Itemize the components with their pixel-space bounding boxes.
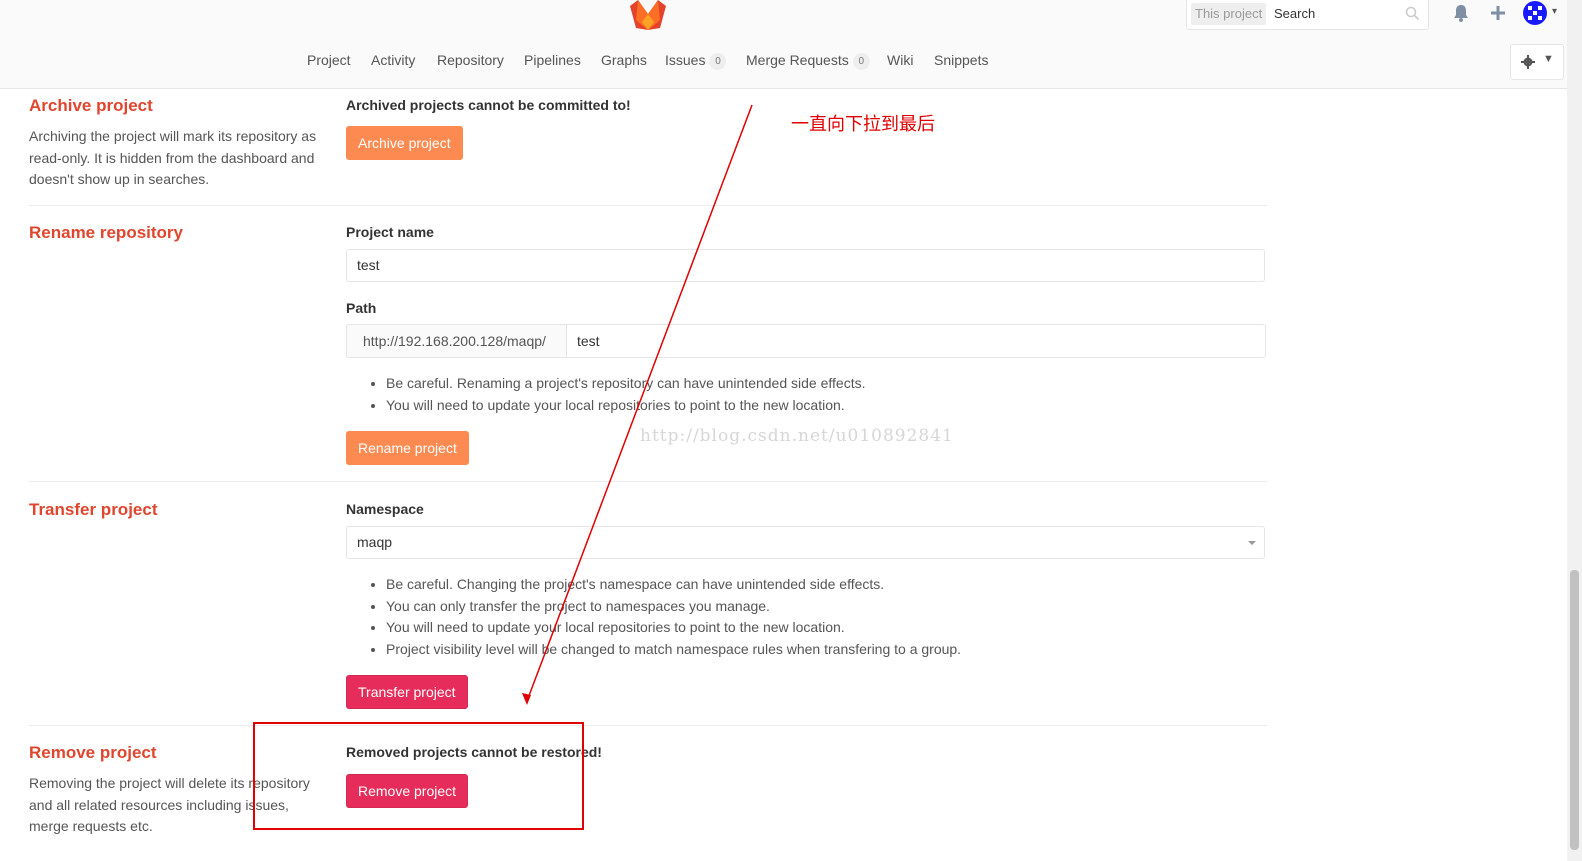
chevron-down-icon[interactable]: ▾	[1552, 6, 1557, 17]
archive-project-button[interactable]: Archive project	[346, 126, 463, 160]
page-scrollbar[interactable]	[1567, 0, 1582, 861]
list-item: You will need to update your local repos…	[386, 395, 865, 417]
path-field[interactable]: test	[566, 324, 1266, 358]
search-scope-badge[interactable]: This project	[1191, 3, 1267, 25]
rename-title: Rename repository	[29, 223, 183, 242]
settings-dropdown-button[interactable]: ▼	[1510, 44, 1564, 80]
chevron-down-icon	[1248, 541, 1256, 545]
transfer-notes: Be careful. Changing the project's names…	[346, 574, 961, 660]
path-prefix: http://192.168.200.128/maqp/	[346, 324, 567, 358]
nav-graphs[interactable]: Graphs	[601, 52, 647, 68]
archive-description: Archiving the project will mark its repo…	[29, 128, 317, 187]
gitlab-logo-icon[interactable]	[630, 0, 666, 30]
nav-issues[interactable]: Issues 0	[665, 52, 727, 70]
nav-merge-requests-label: Merge Requests	[746, 52, 849, 68]
project-nav: Project Activity Repository Pipelines Gr…	[0, 52, 1567, 72]
divider	[29, 481, 1267, 482]
gear-icon	[1521, 55, 1535, 69]
nav-pipelines[interactable]: Pipelines	[524, 52, 581, 68]
transfer-project-button[interactable]: Transfer project	[346, 675, 468, 709]
scrollbar-thumb[interactable]	[1570, 570, 1579, 850]
search-icon[interactable]	[1405, 6, 1420, 21]
user-avatar-icon[interactable]	[1522, 0, 1548, 26]
annotation-text: 一直向下拉到最后	[791, 114, 935, 135]
issues-count-badge: 0	[709, 52, 727, 70]
nav-wiki[interactable]: Wiki	[887, 52, 913, 68]
path-label: Path	[346, 300, 377, 316]
remove-description: Removing the project will delete its rep…	[29, 775, 310, 834]
bell-icon[interactable]	[1451, 3, 1471, 23]
top-header: This project Search ▾ Project Activity R…	[0, 0, 1567, 89]
nav-issues-label: Issues	[665, 52, 706, 68]
project-name-label: Project name	[346, 224, 434, 240]
nav-merge-requests[interactable]: Merge Requests 0	[746, 52, 870, 70]
list-item: Be careful. Renaming a project's reposit…	[386, 373, 865, 395]
project-name-field[interactable]: test	[346, 249, 1265, 282]
list-item: You can only transfer the project to nam…	[386, 596, 961, 618]
caret-down-icon: ▼	[1543, 53, 1554, 65]
namespace-selected-value: maqp	[357, 534, 393, 550]
transfer-title: Transfer project	[29, 500, 158, 519]
rename-project-button[interactable]: Rename project	[346, 431, 469, 465]
rename-notes: Be careful. Renaming a project's reposit…	[346, 373, 865, 416]
remove-project-button[interactable]: Remove project	[346, 774, 469, 808]
list-item: Project visibility level will be changed…	[386, 639, 961, 661]
merge-requests-count-badge: 0	[852, 52, 870, 70]
nav-project[interactable]: Project	[307, 52, 351, 68]
search-input[interactable]: Search	[1274, 3, 1315, 25]
nav-activity[interactable]: Activity	[371, 52, 415, 68]
search-box[interactable]: This project Search	[1186, 0, 1429, 30]
arrow-head-icon	[522, 693, 531, 705]
divider	[29, 205, 1267, 206]
nav-snippets[interactable]: Snippets	[934, 52, 988, 68]
remove-title: Remove project	[29, 743, 157, 762]
nav-repository[interactable]: Repository	[437, 52, 504, 68]
list-item: You will need to update your local repos…	[386, 617, 961, 639]
namespace-select[interactable]: maqp	[346, 526, 1265, 559]
namespace-label: Namespace	[346, 501, 424, 517]
plus-icon[interactable]	[1488, 3, 1508, 23]
divider	[29, 725, 1267, 726]
list-item: Be careful. Changing the project's names…	[386, 574, 961, 596]
remove-warning: Removed projects cannot be restored!	[346, 744, 602, 760]
archive-warning: Archived projects cannot be committed to…	[346, 97, 631, 113]
watermark-text: http://blog.csdn.net/u010892841	[640, 426, 954, 446]
archive-title: Archive project	[29, 96, 153, 115]
